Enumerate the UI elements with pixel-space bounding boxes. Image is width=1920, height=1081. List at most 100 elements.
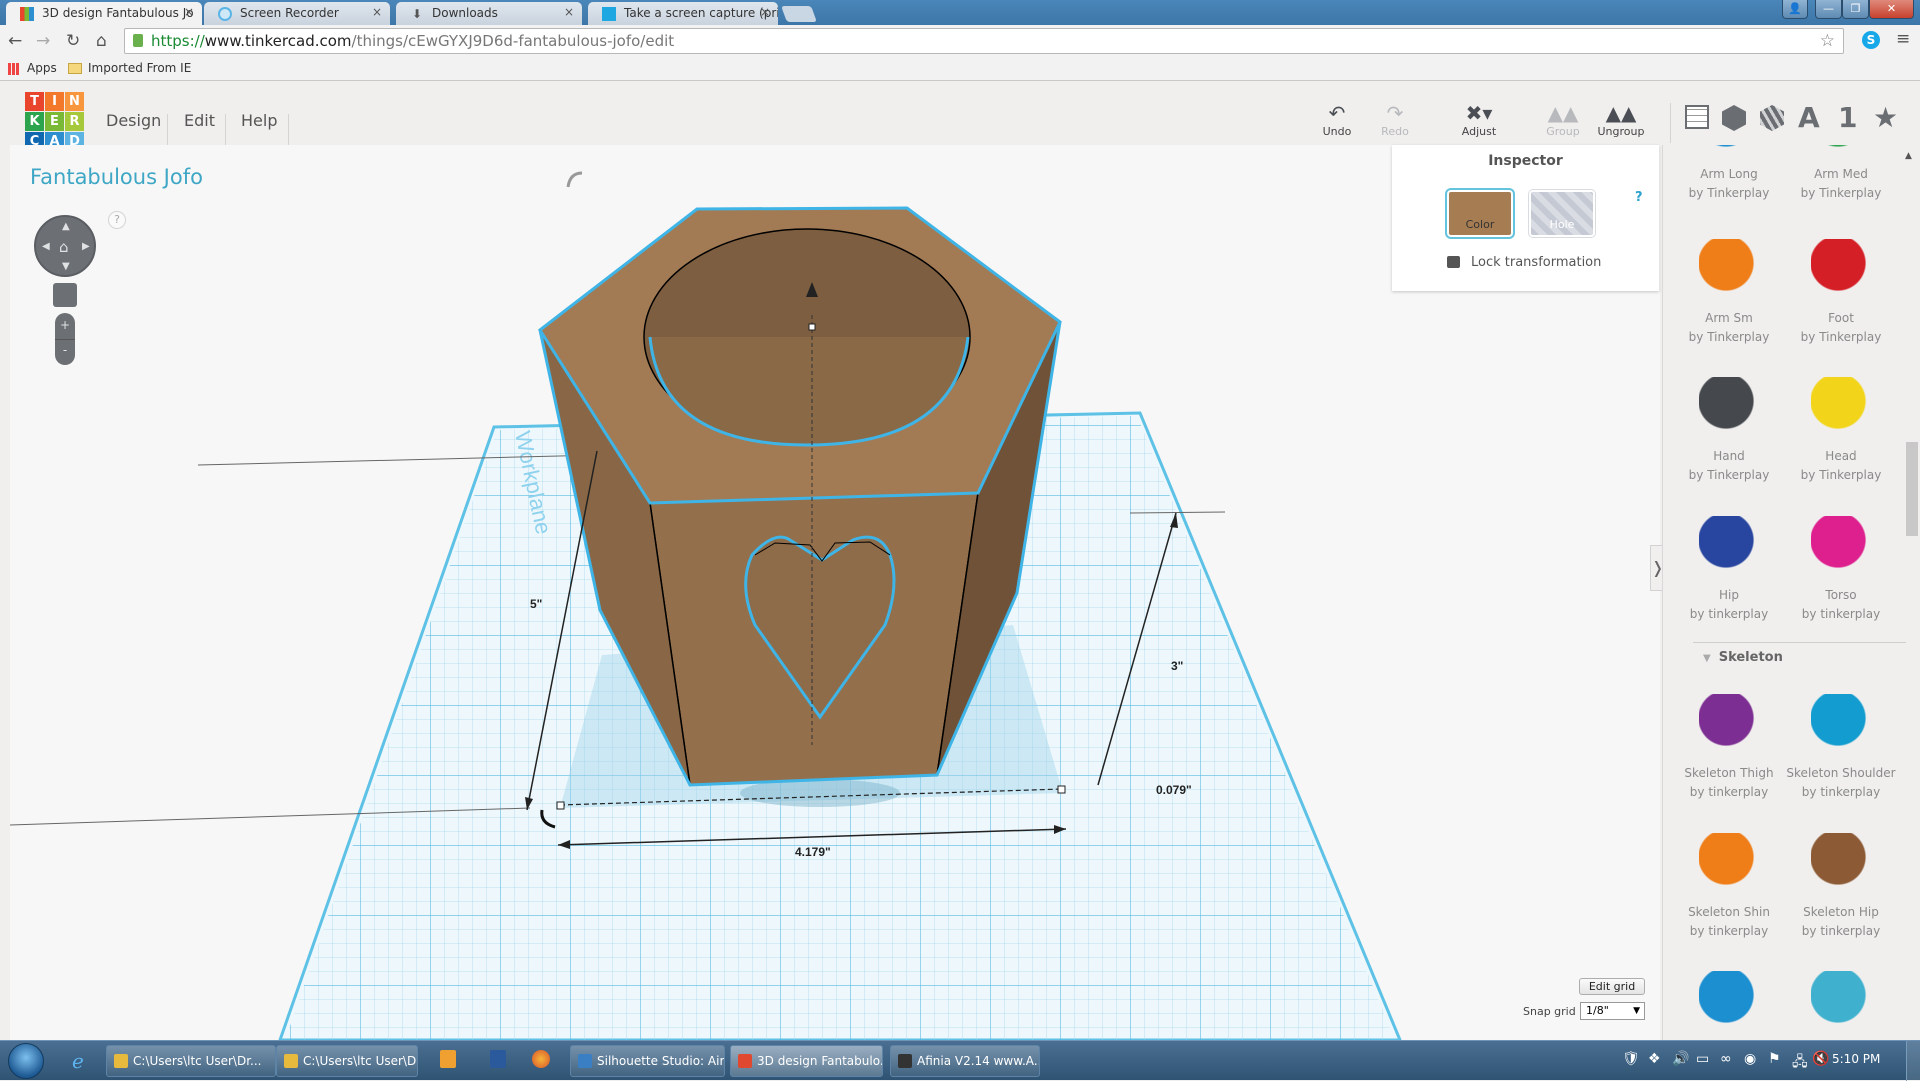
- reload-icon[interactable]: ↻: [66, 31, 80, 51]
- depth-dimension[interactable]: 3": [1171, 659, 1183, 673]
- taskbar-item[interactable]: 3D design Fantabulo...: [730, 1045, 883, 1077]
- library-item[interactable]: Arm Med by Tinkerplay: [1781, 145, 1901, 203]
- orbit-right-icon[interactable]: ▶: [82, 241, 90, 252]
- tab-screen-capture[interactable]: Take a screen capture (pri ×: [588, 2, 778, 25]
- dropbox-icon[interactable]: ❖: [1648, 1051, 1661, 1067]
- close-tab-icon[interactable]: ×: [760, 5, 770, 19]
- scroll-up-icon[interactable]: ▲: [1905, 151, 1912, 161]
- library-item[interactable]: Hand by Tinkerplay: [1669, 377, 1789, 485]
- library-item[interactable]: Arm Long by Tinkerplay: [1669, 145, 1789, 203]
- undo-button[interactable]: ↶ Undo: [1309, 101, 1365, 138]
- word-icon[interactable]: [490, 1050, 506, 1068]
- address-bar[interactable]: https://www.tinkercad.com/things/cEwGYXJ…: [124, 28, 1844, 54]
- taskbar-item-label: Afinia V2.14 www.A...: [917, 1054, 1040, 1068]
- menu-help[interactable]: Help: [241, 111, 277, 130]
- show-desktop-button[interactable]: [1906, 1041, 1920, 1081]
- library-scrollbar[interactable]: [1906, 442, 1918, 536]
- library-item[interactable]: Head by Tinkerplay: [1781, 377, 1901, 485]
- network-icon[interactable]: 🖧: [1792, 1051, 1808, 1075]
- width-dimension[interactable]: 4.179": [795, 845, 831, 859]
- orbit-left-icon[interactable]: ◀: [42, 241, 50, 252]
- library-item[interactable]: Arm Sm by Tinkerplay: [1669, 239, 1789, 347]
- zoom-out-button[interactable]: -: [55, 339, 75, 365]
- hole-swatch-button[interactable]: Hole: [1529, 190, 1595, 237]
- firefox-icon[interactable]: [532, 1050, 550, 1068]
- height-dimension[interactable]: 5": [530, 597, 542, 611]
- new-tab-button[interactable]: [781, 6, 817, 22]
- maximize-button[interactable]: ❐: [1842, 0, 1869, 19]
- taskbar-item[interactable]: C:\Users\ltc User\Dr...: [276, 1045, 418, 1077]
- solid-box-icon[interactable]: [1722, 105, 1746, 131]
- antivirus-icon[interactable]: 🛡: [1622, 1051, 1640, 1067]
- close-tab-icon[interactable]: ×: [564, 5, 574, 19]
- menu-edit[interactable]: Edit: [184, 111, 215, 130]
- close-tab-icon[interactable]: ×: [184, 5, 194, 19]
- redo-button[interactable]: ↷ Redo: [1367, 101, 1423, 138]
- tab-tinkercad[interactable]: 3D design Fantabulous Jo ×: [6, 2, 202, 25]
- lock-icon[interactable]: [1447, 256, 1460, 268]
- bookmark-imported-from-ie[interactable]: Imported From IE: [88, 61, 191, 75]
- network-status-icon[interactable]: ◉: [1744, 1051, 1756, 1067]
- internet-explorer-icon[interactable]: e: [72, 1049, 84, 1073]
- creative-cloud-icon[interactable]: ∞: [1720, 1051, 1732, 1067]
- hole-box-icon[interactable]: [1760, 105, 1784, 131]
- orbit-up-icon[interactable]: ▲: [62, 221, 70, 232]
- orbit-control[interactable]: ▲ ▼ ◀ ▶ ⌂: [34, 215, 96, 277]
- library-item[interactable]: Skeleton Thigh by tinkerplay: [1669, 694, 1789, 802]
- inspector-help-icon[interactable]: ?: [1635, 190, 1643, 205]
- design-title[interactable]: Fantabulous Jofo: [30, 165, 203, 189]
- library-item[interactable]: Skeleton Shoulder by tinkerplay: [1781, 694, 1901, 802]
- taskbar-clock[interactable]: 5:10 PM: [1832, 1052, 1880, 1066]
- skype-icon[interactable]: S: [1862, 31, 1880, 49]
- bookmark-star-icon[interactable]: ☆: [1820, 29, 1835, 53]
- profile-button[interactable]: 👤: [1782, 0, 1808, 19]
- close-tab-icon[interactable]: ×: [372, 5, 382, 19]
- close-window-button[interactable]: ✕: [1869, 0, 1914, 19]
- home-view-icon[interactable]: ⌂: [59, 238, 69, 256]
- library-item[interactable]: [1781, 971, 1901, 1040]
- text-A-icon[interactable]: A: [1798, 101, 1820, 134]
- view-cube-icon[interactable]: [53, 283, 77, 307]
- bookmark-apps[interactable]: Apps: [27, 61, 57, 75]
- taskbar-item[interactable]: Afinia V2.14 www.A...: [890, 1045, 1040, 1077]
- tinkercad-logo[interactable]: TINKERCAD: [25, 92, 85, 151]
- start-button[interactable]: [8, 1043, 44, 1079]
- group-button[interactable]: ▲▲ Group: [1535, 101, 1591, 138]
- star-icon[interactable]: ★: [1873, 101, 1898, 134]
- printer-icon[interactable]: ▭: [1696, 1051, 1709, 1067]
- taskbar-item[interactable]: Silhouette Studio: Air...: [570, 1045, 725, 1077]
- adjust-button[interactable]: ✖▾ Adjust: [1451, 101, 1507, 138]
- forward-icon[interactable]: →: [36, 31, 50, 51]
- action-center-flag-icon[interactable]: ⚑: [1768, 1051, 1781, 1067]
- library-item[interactable]: Skeleton Shin by tinkerplay: [1669, 833, 1789, 941]
- shape-thumbnail-icon: [1811, 516, 1871, 576]
- minimize-button[interactable]: —: [1815, 0, 1842, 19]
- number-1-icon[interactable]: 1: [1838, 101, 1857, 134]
- section-header-skeleton[interactable]: ▼ Skeleton: [1703, 650, 1783, 665]
- library-item[interactable]: Torso by tinkerplay: [1781, 516, 1901, 624]
- library-item[interactable]: Skeleton Hip by tinkerplay: [1781, 833, 1901, 941]
- help-icon[interactable]: ?: [108, 211, 126, 229]
- tab-screen-recorder[interactable]: Screen Recorder ×: [204, 2, 390, 25]
- menu-design[interactable]: Design: [106, 111, 161, 130]
- zoom-in-button[interactable]: +: [55, 313, 75, 339]
- media-player-icon[interactable]: [440, 1050, 456, 1068]
- elevation-dimension[interactable]: 0.079": [1156, 783, 1192, 797]
- back-icon[interactable]: ←: [8, 31, 22, 51]
- library-item[interactable]: Foot by Tinkerplay: [1781, 239, 1901, 347]
- edit-grid-button[interactable]: Edit grid: [1579, 978, 1645, 995]
- chrome-menu-icon[interactable]: ≡: [1896, 29, 1910, 49]
- lock-transformation-label[interactable]: Lock transformation: [1471, 255, 1601, 270]
- library-item[interactable]: [1669, 971, 1789, 1040]
- library-item[interactable]: Hip by tinkerplay: [1669, 516, 1789, 624]
- mute-icon[interactable]: 🔇: [1812, 1051, 1829, 1067]
- ungroup-button[interactable]: ▲▲ Ungroup: [1593, 101, 1649, 138]
- snap-grid-select[interactable]: 1/8" ▼: [1580, 1002, 1645, 1020]
- volume-icon[interactable]: 🔊: [1672, 1051, 1689, 1067]
- home-icon[interactable]: ⌂: [96, 31, 107, 51]
- orbit-down-icon[interactable]: ▼: [62, 261, 70, 272]
- tab-downloads[interactable]: ⬇ Downloads ×: [396, 2, 582, 25]
- color-swatch-button[interactable]: Color: [1447, 190, 1513, 237]
- grid-view-icon[interactable]: [1685, 105, 1709, 129]
- taskbar-item[interactable]: C:\Users\ltc User\Dr...: [106, 1045, 276, 1077]
